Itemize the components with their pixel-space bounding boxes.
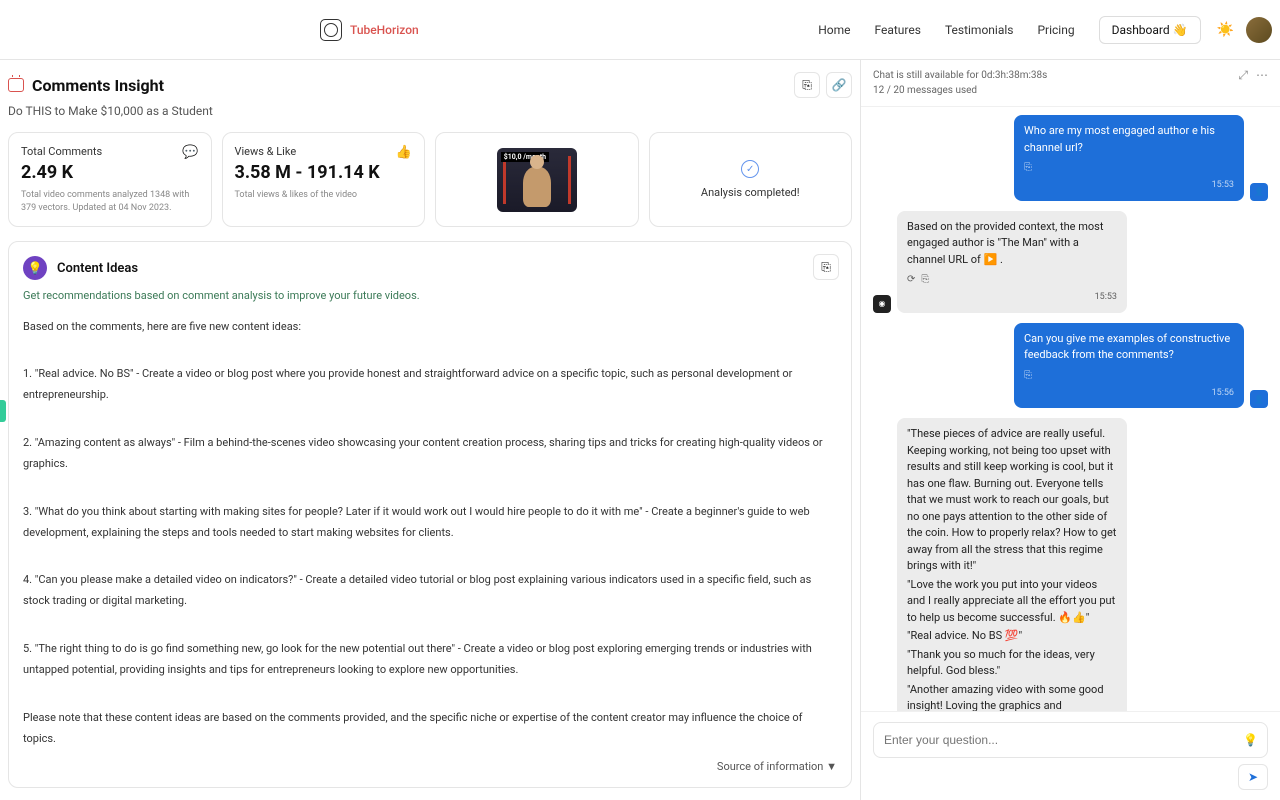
page-title: Comments Insight	[32, 76, 164, 95]
idea-item: 3. "What do you think about starting wit…	[23, 502, 837, 544]
idea-item: 1. "Real advice. No BS" - Create a video…	[23, 364, 837, 406]
message-time: 15:53	[1024, 179, 1234, 193]
total-comments-card: 💬 Total Comments 2.49 K Total video comm…	[8, 132, 212, 227]
message-actions: ⎘	[1024, 368, 1234, 383]
quote-line: "Another amazing video with some good in…	[907, 682, 1117, 712]
message-bubble: Based on the provided context, the most …	[897, 211, 1127, 313]
top-nav: Home Features Testimonials Pricing Dashb…	[818, 16, 1200, 44]
chat-status-usage: 12 / 20 messages used	[873, 83, 1047, 98]
comment-icon: 💬	[182, 145, 198, 160]
nav-testimonials[interactable]: Testimonials	[945, 23, 1014, 37]
message-time: 15:56	[1024, 387, 1234, 401]
message-text: Who are my most engaged author e his cha…	[1024, 123, 1234, 156]
chat-input[interactable]	[873, 722, 1268, 758]
message-bubble: Can you give me examples of constructive…	[1014, 323, 1244, 409]
copy-page-button[interactable]: ⎘	[794, 72, 820, 98]
side-pill	[0, 400, 6, 422]
copy-icon[interactable]: ⎘	[1024, 368, 1032, 383]
message-text: Can you give me examples of constructive…	[1024, 331, 1234, 364]
user-avatar-icon: 👤	[1250, 183, 1268, 201]
status-text: Analysis completed!	[701, 186, 800, 199]
user-message-row: Who are my most engaged author e his cha…	[873, 115, 1268, 201]
expand-icon[interactable]: ⤢	[1238, 68, 1248, 83]
stat-label: Total Comments	[21, 145, 199, 158]
nav-features[interactable]: Features	[874, 23, 920, 37]
quote-line: "Love the work you put into your videos …	[907, 577, 1117, 627]
chat-messages[interactable]: Who are my most engaged author e his cha…	[861, 107, 1280, 711]
user-avatar[interactable]	[1246, 17, 1272, 43]
lightbulb-icon: 💡	[23, 256, 47, 280]
stat-value: 2.49 K	[21, 162, 199, 183]
chat-sidebar: Chat is still available for 0d:3h:38m:38…	[860, 60, 1280, 800]
stat-label: Views & Like	[235, 145, 413, 158]
copy-icon[interactable]: ⎘	[1024, 160, 1032, 175]
message-actions: ⟳ ⎘	[907, 272, 1117, 287]
idea-item: 4. "Can you please make a detailed video…	[23, 570, 837, 612]
copy-section-button[interactable]: ⎘	[813, 254, 839, 280]
user-message-row: Can you give me examples of constructive…	[873, 323, 1268, 409]
quote-line: "Thank you so much for the ideas, very h…	[907, 647, 1117, 680]
tv-icon	[8, 78, 24, 92]
stat-value: 3.58 M - 191.14 K	[235, 162, 413, 183]
message-text: Based on the provided context, the most …	[907, 219, 1117, 269]
quote-line: "These pieces of advice are really usefu…	[907, 426, 1117, 575]
check-circle-icon: ✓	[741, 160, 759, 178]
theme-toggle-icon[interactable]: ☀️	[1217, 22, 1234, 38]
idea-item: 5. "The right thing to do is go find som…	[23, 639, 837, 681]
page-subtitle: Do THIS to Make $10,000 as a Student	[8, 104, 852, 118]
message-bubble: "These pieces of advice are really usefu…	[897, 418, 1127, 711]
bot-avatar-icon: ◉	[873, 295, 891, 313]
message-actions: ⎘	[1024, 160, 1234, 175]
video-thumbnail-card: $10,0 /month	[435, 132, 639, 227]
main-content: Comments Insight ⎘ 🔗 Do THIS to Make $10…	[0, 60, 860, 800]
send-button[interactable]: ➤	[1238, 764, 1268, 790]
link-button[interactable]: 🔗	[826, 72, 852, 98]
brand-name: TubeHorizon	[350, 23, 419, 37]
stat-desc: Total video comments analyzed 1348 with …	[21, 189, 199, 214]
more-icon[interactable]: ⋯	[1256, 68, 1268, 83]
ideas-intro: Based on the comments, here are five new…	[23, 317, 837, 338]
content-ideas-section: ⎘ 💡 Content Ideas Get recommendations ba…	[8, 241, 852, 787]
thumbs-up-icon: 👍	[396, 145, 412, 160]
hint-icon[interactable]: 💡	[1243, 733, 1258, 747]
user-avatar-icon: 👤	[1250, 390, 1268, 408]
nav-home[interactable]: Home	[818, 23, 850, 37]
bot-message-row: ◉"These pieces of advice are really usef…	[873, 418, 1268, 711]
section-desc: Get recommendations based on comment ana…	[23, 288, 837, 305]
idea-item: 2. "Amazing content as always" - Film a …	[23, 433, 837, 475]
message-time: 15:53	[907, 291, 1117, 305]
message-bubble: Who are my most engaged author e his cha…	[1014, 115, 1244, 201]
app-header: TubeHorizon Home Features Testimonials P…	[0, 0, 1280, 60]
bot-message-row: ◉ Based on the provided context, the most…	[873, 211, 1268, 313]
ideas-note: Please note that these content ideas are…	[23, 708, 837, 750]
chat-status-time: Chat is still available for 0d:3h:38m:38…	[873, 68, 1047, 83]
video-thumbnail[interactable]: $10,0 /month	[497, 148, 577, 212]
section-title: Content Ideas	[57, 261, 138, 276]
stat-desc: Total views & likes of the video	[235, 189, 413, 202]
quote-line: "Real advice. No BS 💯"	[907, 628, 1117, 645]
logo-mark-icon	[320, 19, 342, 41]
views-likes-card: 👍 Views & Like 3.58 M - 191.14 K Total v…	[222, 132, 426, 227]
dashboard-button[interactable]: Dashboard 👋	[1099, 16, 1201, 44]
logo[interactable]: TubeHorizon	[320, 19, 419, 41]
source-info-toggle[interactable]: Source of information ▼	[23, 760, 837, 773]
refresh-icon[interactable]: ⟳	[907, 272, 915, 287]
analysis-status-card: ✓ Analysis completed!	[649, 132, 853, 227]
copy-icon[interactable]: ⎘	[921, 272, 929, 287]
nav-pricing[interactable]: Pricing	[1037, 23, 1074, 37]
